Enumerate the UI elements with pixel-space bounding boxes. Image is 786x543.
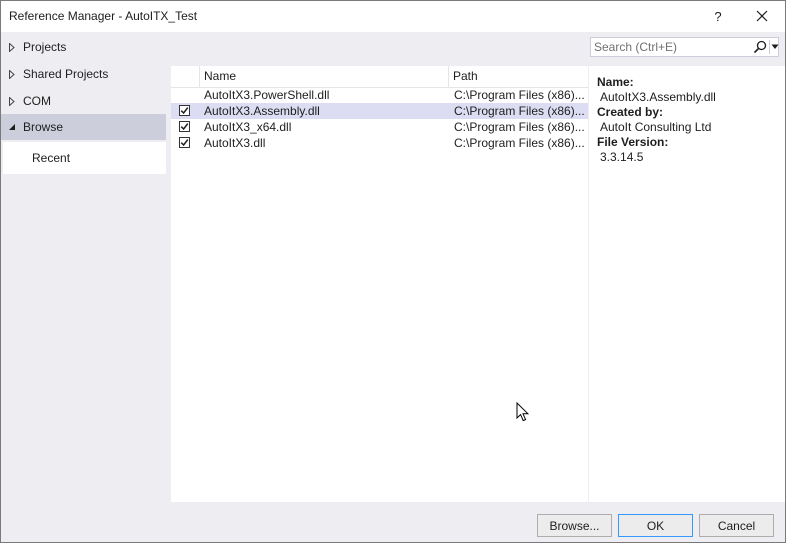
nav-item-label: Projects: [23, 40, 67, 54]
expand-triangle-icon: [7, 61, 17, 87]
close-button[interactable]: [747, 3, 777, 29]
column-header-name[interactable]: Name: [200, 66, 449, 87]
title-bar: Reference Manager - AutoITX_Test ?: [1, 1, 785, 32]
chevron-down-icon[interactable]: [771, 44, 779, 50]
checkmark-icon: [180, 139, 189, 147]
row-checkbox[interactable]: [179, 105, 190, 116]
search-divider: [769, 40, 770, 54]
row-checkbox[interactable]: [179, 137, 190, 148]
name-value: AutoItX3.Assembly.dll: [600, 90, 716, 104]
collapse-triangle-icon: [7, 114, 17, 140]
list-row[interactable]: AutoItX3_x64.dll C:\Program Files (x86).…: [171, 119, 588, 135]
mouse-cursor-icon: [516, 402, 529, 422]
browse-button[interactable]: Browse...: [537, 514, 612, 537]
list-row[interactable]: AutoItX3.PowerShell.dll C:\Program Files…: [171, 87, 588, 103]
search-icon[interactable]: [753, 40, 767, 54]
file-version-value: 3.3.14.5: [600, 150, 644, 164]
nav-item-shared-projects[interactable]: Shared Projects: [1, 61, 166, 87]
row-checkbox[interactable]: [179, 121, 190, 132]
created-by-label: Created by:: [597, 105, 664, 119]
row-name: AutoItX3.dll: [204, 136, 266, 150]
row-name: AutoItX3.Assembly.dll: [204, 104, 320, 118]
nav-item-label: COM: [23, 94, 51, 108]
row-path: C:\Program Files (x86)...: [454, 88, 584, 102]
nav-item-com[interactable]: COM: [1, 88, 166, 114]
checkbox-column-header[interactable]: [171, 66, 200, 87]
search-box[interactable]: [590, 37, 779, 57]
created-by-value: AutoIt Consulting Ltd: [600, 120, 712, 134]
list-row[interactable]: AutoItX3.Assembly.dll C:\Program Files (…: [171, 103, 588, 119]
cancel-button[interactable]: Cancel: [699, 514, 774, 537]
row-path: C:\Program Files (x86)...: [454, 120, 584, 134]
category-nav: Projects Shared Projects COM Browse Rece…: [1, 32, 166, 502]
nav-subitem-recent[interactable]: Recent: [3, 142, 166, 174]
expand-triangle-icon: [7, 34, 17, 60]
reference-manager-dialog: Reference Manager - AutoITX_Test ? Proje…: [0, 0, 786, 543]
close-icon: [756, 10, 768, 22]
help-button[interactable]: ?: [705, 3, 731, 29]
list-header: Name Path: [171, 66, 588, 88]
nav-subitem-label: Recent: [32, 151, 71, 165]
checkmark-icon: [180, 107, 189, 115]
checkmark-icon: [180, 123, 189, 131]
nav-item-label: Browse: [23, 120, 64, 134]
ok-button[interactable]: OK: [618, 514, 693, 537]
row-name: AutoItX3_x64.dll: [204, 120, 292, 134]
reference-list: Name Path AutoItX3.PowerShell.dll C:\Pro…: [171, 66, 588, 502]
file-version-label: File Version:: [597, 135, 669, 149]
nav-item-projects[interactable]: Projects: [1, 34, 166, 60]
details-pane: Name: AutoItX3.Assembly.dll Created by: …: [589, 66, 785, 502]
window-title: Reference Manager - AutoITX_Test: [9, 9, 198, 23]
name-label: Name:: [597, 75, 634, 89]
row-name: AutoItX3.PowerShell.dll: [204, 88, 330, 102]
nav-item-browse[interactable]: Browse: [1, 114, 166, 140]
row-path: C:\Program Files (x86)...: [454, 104, 584, 118]
expand-triangle-icon: [7, 88, 17, 114]
search-input[interactable]: [594, 39, 749, 55]
nav-item-label: Shared Projects: [23, 67, 109, 81]
column-header-path[interactable]: Path: [449, 66, 588, 87]
list-row[interactable]: AutoItX3.dll C:\Program Files (x86)...: [171, 135, 588, 151]
row-path: C:\Program Files (x86)...: [454, 136, 584, 150]
